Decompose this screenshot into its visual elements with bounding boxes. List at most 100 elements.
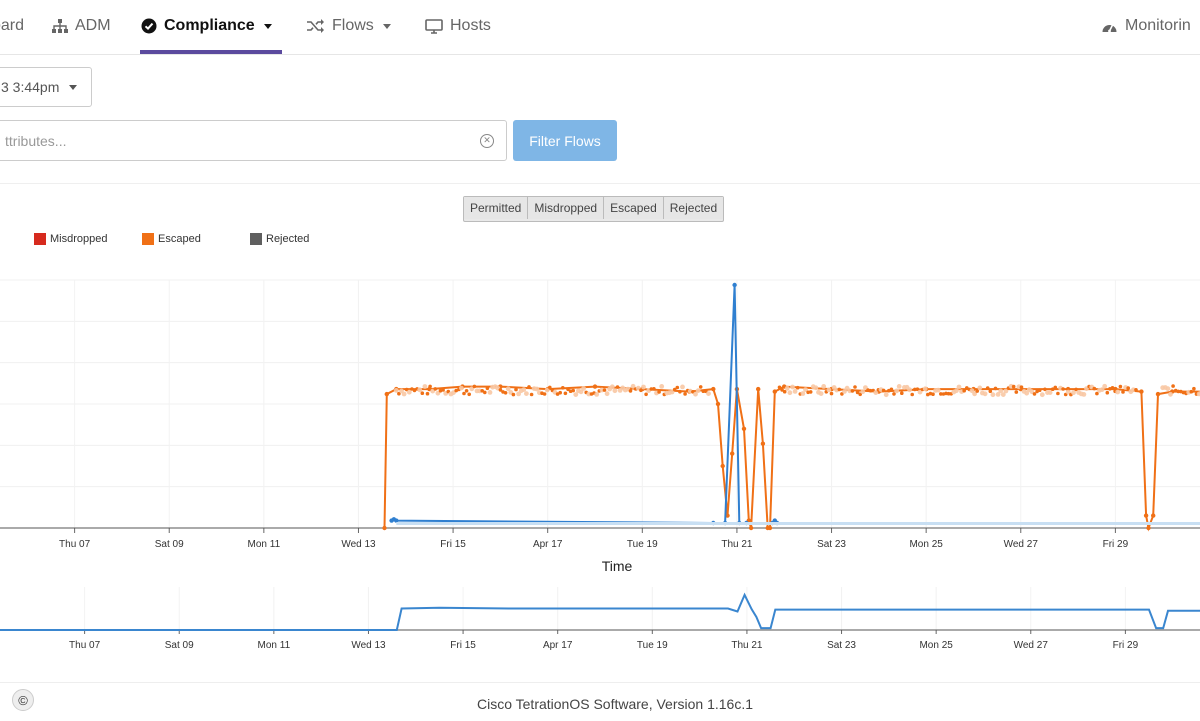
data-point bbox=[742, 427, 746, 431]
data-point bbox=[382, 526, 386, 530]
data-point bbox=[801, 391, 806, 396]
legend-misdropped[interactable]: Misdropped bbox=[34, 231, 107, 247]
data-point bbox=[732, 283, 736, 287]
data-point bbox=[699, 385, 703, 389]
data-point bbox=[1151, 513, 1155, 517]
data-point bbox=[989, 389, 993, 393]
divider bbox=[0, 183, 1200, 184]
x-tick-label: Tue 19 bbox=[637, 640, 668, 651]
x-tick-label: Fri 15 bbox=[440, 539, 466, 550]
data-point bbox=[680, 385, 685, 390]
data-point bbox=[644, 393, 648, 397]
data-point bbox=[421, 391, 425, 395]
data-point bbox=[459, 386, 464, 391]
data-point bbox=[657, 390, 661, 394]
data-point bbox=[402, 392, 407, 397]
chevron-down-icon bbox=[264, 24, 272, 29]
nav-dashboard-label: oard bbox=[0, 17, 24, 35]
data-point bbox=[793, 389, 798, 394]
nav-hosts-label: Hosts bbox=[450, 17, 491, 35]
data-point bbox=[571, 389, 575, 393]
nav-flows[interactable]: Flows bbox=[307, 14, 391, 38]
nav-monitoring[interactable]: Monitorin bbox=[1101, 14, 1191, 38]
data-point bbox=[814, 385, 819, 390]
data-point bbox=[467, 393, 471, 397]
data-point bbox=[434, 387, 438, 391]
data-point bbox=[936, 388, 941, 393]
x-tick-label: Apr 17 bbox=[533, 539, 563, 550]
x-tick-label: Wed 13 bbox=[351, 640, 386, 651]
nav-monitoring-label: Monitorin bbox=[1125, 17, 1191, 35]
legend-rejected[interactable]: Rejected bbox=[250, 231, 309, 247]
filter-flows-button[interactable]: Filter Flows bbox=[513, 120, 617, 161]
data-point bbox=[1061, 387, 1065, 391]
toggle-permitted[interactable]: Permitted bbox=[464, 197, 528, 219]
filter-field[interactable]: ✕ bbox=[0, 120, 507, 161]
data-point bbox=[884, 392, 889, 397]
toggle-misdropped[interactable]: Misdropped bbox=[528, 197, 604, 219]
data-point bbox=[548, 386, 552, 390]
data-point bbox=[1071, 390, 1076, 395]
data-point bbox=[483, 391, 487, 395]
clear-icon[interactable]: ✕ bbox=[480, 134, 494, 148]
data-point bbox=[796, 386, 800, 390]
data-point bbox=[783, 390, 787, 394]
compliance-flow-chart[interactable]: Thu 07Sat 09Mon 11Wed 13Fri 15Apr 17Tue … bbox=[0, 260, 1200, 580]
data-point bbox=[564, 392, 568, 396]
data-point bbox=[659, 384, 664, 389]
data-point bbox=[983, 391, 988, 396]
data-point bbox=[488, 390, 493, 395]
data-point bbox=[1126, 386, 1130, 390]
data-point bbox=[756, 387, 760, 391]
data-point bbox=[706, 391, 711, 396]
filter-input[interactable] bbox=[3, 132, 480, 150]
nav-adm[interactable]: ADM bbox=[52, 14, 111, 38]
legend-swatch bbox=[250, 233, 262, 245]
legend-label: Escaped bbox=[158, 233, 201, 245]
data-point bbox=[1095, 392, 1099, 396]
x-tick-label: Wed 27 bbox=[1014, 640, 1049, 651]
x-tick-label: Sat 23 bbox=[827, 640, 856, 651]
data-point bbox=[721, 464, 725, 468]
data-point bbox=[593, 384, 597, 388]
data-point bbox=[1040, 392, 1045, 397]
data-point bbox=[543, 392, 547, 396]
data-point bbox=[897, 384, 902, 389]
x-tick-label: Sat 23 bbox=[817, 539, 846, 550]
time-range-select[interactable]: 3 3:44pm bbox=[0, 67, 92, 107]
data-point bbox=[676, 386, 680, 390]
nav-dashboard[interactable]: oard bbox=[0, 14, 24, 38]
data-point bbox=[1168, 392, 1173, 397]
legend-escaped[interactable]: Escaped bbox=[142, 231, 201, 247]
time-overview-navigator[interactable]: 05Thu 07Sat 09Mon 11Wed 13Fri 15Apr 17Tu… bbox=[0, 585, 1200, 655]
nav-hosts[interactable]: Hosts bbox=[425, 14, 491, 38]
x-tick-label: Thu 21 bbox=[721, 539, 753, 550]
legend-swatch bbox=[142, 233, 154, 245]
data-point bbox=[1190, 390, 1194, 394]
data-point bbox=[605, 391, 610, 396]
toggle-rejected[interactable]: Rejected bbox=[664, 197, 723, 219]
data-point bbox=[768, 526, 772, 530]
data-point bbox=[423, 384, 428, 389]
data-point bbox=[819, 391, 824, 396]
data-point bbox=[512, 393, 516, 397]
data-point bbox=[1111, 386, 1115, 390]
data-point bbox=[851, 389, 855, 393]
data-point bbox=[1119, 385, 1123, 389]
x-tick-label: Wed 27 bbox=[1004, 539, 1039, 550]
data-point bbox=[994, 387, 998, 391]
data-point bbox=[1144, 513, 1148, 517]
data-point bbox=[790, 385, 795, 390]
data-point bbox=[530, 393, 534, 397]
data-point bbox=[882, 389, 886, 393]
monitor-icon bbox=[425, 19, 443, 34]
data-point bbox=[394, 388, 399, 393]
toggle-escaped[interactable]: Escaped bbox=[604, 197, 664, 219]
nav-compliance-label: Compliance bbox=[164, 17, 255, 35]
data-point bbox=[894, 389, 899, 394]
nav-compliance[interactable]: Compliance bbox=[141, 14, 272, 38]
data-point bbox=[603, 388, 607, 392]
data-point bbox=[785, 386, 790, 391]
data-point bbox=[773, 389, 777, 393]
flow-type-toggle-group: Permitted Misdropped Escaped Rejected bbox=[463, 196, 724, 222]
